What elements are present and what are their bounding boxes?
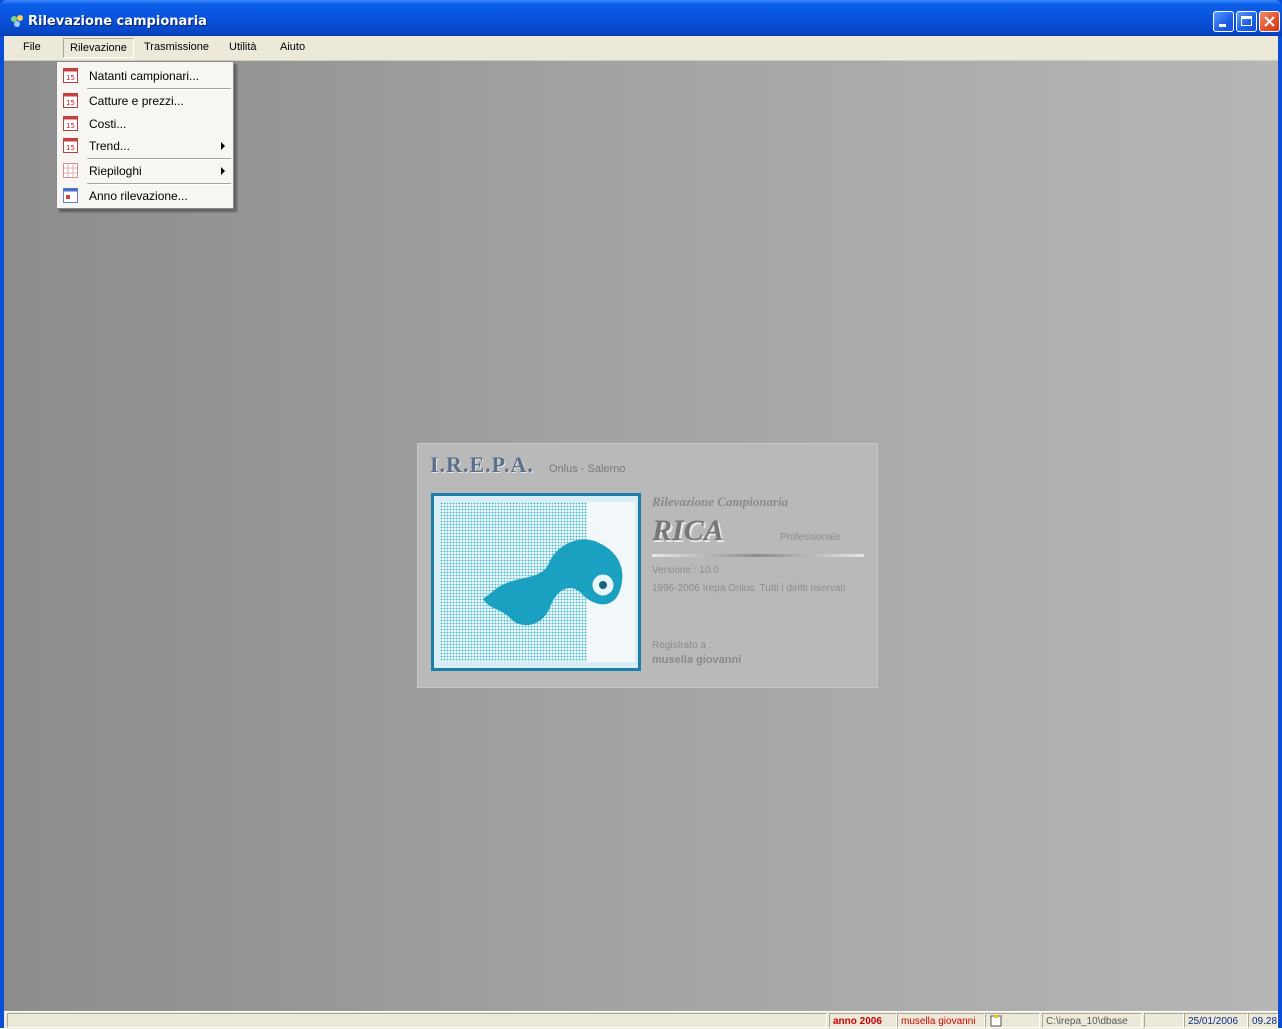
grid-icon bbox=[63, 163, 78, 178]
status-panel-empty bbox=[7, 1013, 827, 1028]
rilevazione-dropdown-menu: 15 Natanti campionari... 15 Catture e pr… bbox=[56, 61, 234, 209]
menu-file[interactable]: File bbox=[23, 41, 41, 53]
maximize-icon bbox=[1241, 16, 1252, 26]
app-window: Rilevazione campionaria File Rilevazione… bbox=[0, 0, 1282, 1029]
status-time: 09.28 bbox=[1248, 1013, 1278, 1028]
menu-utilita[interactable]: Utilità bbox=[229, 41, 257, 53]
window-title: Rilevazione campionaria bbox=[28, 14, 207, 29]
menu-item-label: Costi... bbox=[89, 117, 127, 131]
note-icon bbox=[990, 1015, 1002, 1027]
maximize-button[interactable] bbox=[1236, 11, 1257, 32]
status-year: anno 2006 bbox=[829, 1013, 897, 1028]
submenu-arrow-icon bbox=[221, 167, 225, 175]
menu-item-label: Riepiloghi bbox=[89, 164, 142, 178]
calendar-15-icon: 15 bbox=[63, 93, 78, 108]
registered-label: Registrato a : bbox=[652, 640, 712, 651]
status-spacer bbox=[1144, 1013, 1184, 1028]
menu-item-label: Catture e prezzi... bbox=[89, 94, 184, 108]
app-edition: Professionale bbox=[780, 532, 841, 543]
menu-item-catture-e-prezzi[interactable]: 15 Catture e prezzi... bbox=[57, 90, 233, 112]
version-text: Versione : 10.0 bbox=[652, 565, 719, 576]
app-name: RICA bbox=[652, 514, 724, 547]
svg-text:15: 15 bbox=[66, 122, 75, 130]
menu-item-natanti-campionari[interactable]: 15 Natanti campionari... bbox=[57, 65, 233, 87]
svg-text:15: 15 bbox=[66, 144, 75, 152]
menu-item-trend[interactable]: 15 Trend... bbox=[57, 135, 233, 157]
registered-user: musella giovanni bbox=[652, 654, 742, 666]
form-icon bbox=[63, 188, 78, 203]
status-path: C:\irepa_10\dbase bbox=[1042, 1013, 1142, 1028]
menu-aiuto[interactable]: Aiuto bbox=[280, 41, 305, 53]
brand-logo-text: I.R.E.P.A. bbox=[430, 452, 534, 477]
calendar-15-icon: 15 bbox=[63, 116, 78, 131]
splash-divider bbox=[652, 554, 864, 557]
minimize-icon bbox=[1219, 24, 1226, 27]
minimize-button[interactable] bbox=[1213, 11, 1234, 32]
app-icon bbox=[11, 15, 23, 27]
submenu-arrow-icon bbox=[221, 142, 225, 150]
copyright-text: 1996-2006 Irepa Onlus. Tutti i diritti r… bbox=[652, 583, 846, 594]
close-button[interactable] bbox=[1259, 11, 1280, 32]
menu-item-riepiloghi[interactable]: Riepiloghi bbox=[57, 160, 233, 182]
app-title: Rilevazione Campionaria bbox=[652, 494, 789, 509]
menu-rilevazione[interactable]: Rilevazione bbox=[63, 38, 134, 58]
status-note-panel[interactable] bbox=[985, 1013, 1040, 1028]
status-user: musella giovanni bbox=[897, 1013, 985, 1028]
svg-text:15: 15 bbox=[66, 74, 75, 82]
calendar-15-icon: 15 bbox=[63, 68, 78, 83]
calendar-15-icon: 15 bbox=[63, 138, 78, 153]
menu-item-label: Anno rilevazione... bbox=[89, 189, 188, 203]
close-icon bbox=[1264, 16, 1275, 27]
menu-item-anno-rilevazione[interactable]: Anno rilevazione... bbox=[57, 185, 233, 207]
menu-item-costi[interactable]: 15 Costi... bbox=[57, 113, 233, 135]
menu-item-label: Natanti campionari... bbox=[89, 69, 200, 83]
menu-trasmissione[interactable]: Trasmissione bbox=[144, 41, 209, 53]
status-date: 25/01/2006 bbox=[1184, 1013, 1248, 1028]
menu-item-label: Trend... bbox=[89, 139, 130, 153]
fish-logo-image bbox=[431, 493, 641, 671]
status-bar: anno 2006 musella giovanni C:\irepa_10\d… bbox=[4, 1011, 1278, 1029]
menu-bar: File Rilevazione Trasmissione Utilità Ai… bbox=[4, 36, 1278, 61]
brand-subtitle: Onlus - Salerno bbox=[549, 463, 626, 475]
splash-panel: I.R.E.P.A. Onlus - Salerno Rilevazione C… bbox=[417, 443, 878, 688]
svg-text:15: 15 bbox=[66, 99, 75, 107]
title-bar[interactable]: Rilevazione campionaria bbox=[0, 0, 1282, 36]
